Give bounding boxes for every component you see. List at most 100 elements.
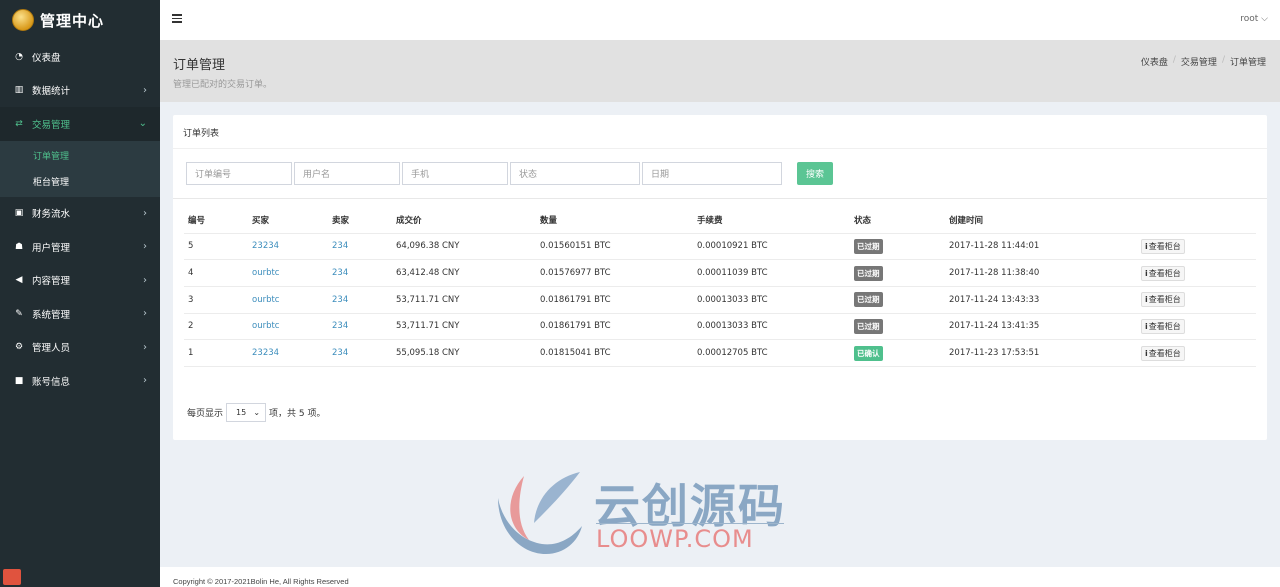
cell-price: 64,096.38 CNY (392, 233, 536, 261)
box-title: 订单列表 (183, 129, 220, 139)
users-icon: ☗ (14, 241, 24, 252)
cell-price: 63,412.48 CNY (392, 259, 536, 287)
cell-action: i 查看柜台 (1137, 339, 1256, 367)
view-counter-button[interactable]: i 查看柜台 (1141, 318, 1185, 334)
status-select[interactable]: 状态 (510, 162, 640, 185)
sidebar-item-0[interactable]: ◔ 仪表盘 (0, 40, 160, 74)
cell-amount: 0.01861791 BTC (536, 313, 693, 341)
col-price: 成交价 (392, 207, 536, 234)
view-counter-button[interactable]: i 查看柜台 (1141, 292, 1185, 308)
breadcrumb-item-trade[interactable]: 交易管理 (1181, 55, 1217, 68)
wrench-icon: ✎ (15, 308, 23, 319)
sidebar-item-8[interactable]: ■ 账号信息 › (0, 364, 160, 398)
sidebar-subitem-0[interactable]: 订单管理 (0, 143, 160, 169)
sidebar-item-label: 用户管理 (32, 242, 71, 254)
cell-status: 已确认 (850, 339, 945, 367)
cell-buyer-link[interactable]: 23234 (252, 348, 279, 358)
view-counter-label: 查看柜台 (1148, 241, 1181, 251)
cell-action: i 查看柜台 (1137, 259, 1256, 287)
info-icon: i (1145, 268, 1148, 278)
info-icon: i (1145, 321, 1148, 331)
cell-created: 2017-11-23 17:53:51 (945, 339, 1137, 367)
view-counter-button[interactable]: i 查看柜台 (1141, 238, 1185, 254)
view-counter-label: 查看柜台 (1148, 268, 1181, 278)
cell-buyer: ourbtc (248, 286, 328, 314)
cell-seller-link[interactable]: 234 (332, 321, 348, 331)
page-subtitle: 管理已配对的交易订单。 (173, 80, 273, 90)
content-header: 订单管理 管理已配对的交易订单。 仪表盘 / 交易管理 / 订单管理 (160, 40, 1280, 102)
cell-seller-link[interactable]: 234 (332, 348, 348, 358)
cell-buyer: 23234 (248, 233, 328, 261)
watermark-divider (596, 523, 784, 524)
cell-buyer-link[interactable]: ourbtc (252, 295, 279, 305)
phone-input[interactable]: 手机 (402, 162, 508, 185)
pagination: 每页显示 15 ⌄ 项，共 5 项。 (187, 403, 325, 422)
cell-id: 4 (184, 259, 248, 287)
view-counter-button[interactable]: i 查看柜台 (1141, 345, 1185, 361)
status-badge: 已过期 (854, 238, 883, 254)
exchange-icon: ⇄ (15, 118, 23, 129)
cell-buyer-link[interactable]: ourbtc (252, 321, 279, 331)
status-badge: 已确认 (854, 345, 883, 361)
bitcoin-logo-icon (12, 9, 34, 31)
breadcrumb-separator: / (1221, 55, 1225, 65)
brand[interactable]: 管理中心 (0, 0, 160, 40)
breadcrumb-item-dashboard[interactable]: 仪表盘 (1141, 55, 1168, 68)
sidebar-item-4[interactable]: ☗ 用户管理 › (0, 230, 160, 264)
order-list-box: 订单列表 订单编号 用户名 手机 状态 日期 搜索 编号 买家 卖家 成交价 数… (173, 115, 1267, 440)
sidebar-item-1[interactable]: ▥ 数据统计 › (0, 74, 160, 108)
chevron-right-icon: › (143, 308, 147, 320)
sidebar-item-label: 管理人员 (32, 343, 71, 355)
username-input[interactable]: 用户名 (294, 162, 400, 185)
sidebar-toggle-icon[interactable] (172, 14, 182, 24)
cell-id: 1 (184, 339, 248, 367)
sidebar-item-label: 财务流水 (32, 209, 71, 221)
user-menu[interactable]: root ⌵ (1240, 14, 1268, 24)
sidebar-subitem-1[interactable]: 柜台管理 (0, 169, 160, 195)
date-input[interactable]: 日期 (642, 162, 782, 185)
cell-created: 2017-11-24 13:41:35 (945, 313, 1137, 341)
sidebar-item-5[interactable]: ◀ 内容管理 › (0, 264, 160, 298)
cell-id: 5 (184, 233, 248, 261)
user-name: root (1240, 14, 1259, 24)
page-size-select[interactable]: 15 ⌄ (226, 403, 267, 422)
cell-status: 已过期 (850, 233, 945, 261)
sidebar-item-7[interactable]: ⚙ 管理人员 › (0, 331, 160, 365)
cell-seller: 234 (328, 313, 392, 341)
divider (173, 148, 1267, 149)
col-action (1137, 207, 1256, 234)
table-row: 3 ourbtc 234 53,711.71 CNY 0.01861791 BTC 0.0… (184, 286, 1256, 314)
cell-seller-link[interactable]: 234 (332, 295, 348, 305)
breadcrumb: 仪表盘 / 交易管理 / 订单管理 (1141, 55, 1266, 68)
cell-fee: 0.00011039 BTC (693, 259, 850, 287)
table-row: 4 ourbtc 234 63,412.48 CNY 0.01576977 BTC 0.0… (184, 259, 1256, 287)
cell-seller-link[interactable]: 234 (332, 268, 348, 278)
cell-buyer: 23234 (248, 339, 328, 367)
cell-buyer-link[interactable]: 23234 (252, 241, 279, 251)
cell-buyer-link[interactable]: ourbtc (252, 268, 279, 278)
sidebar-nav: ◔ 仪表盘 ▥ 数据统计 › ⇄ 交易管理 ⌄ 订单管理 柜台管理 ▣ 财务流水 › ☗ 用户管理 › ◀ 内容管… (0, 40, 160, 398)
cell-fee: 0.00013033 BTC (693, 313, 850, 341)
sidebar-item-3[interactable]: ▣ 财务流水 › (0, 197, 160, 231)
col-amount: 数量 (536, 207, 693, 234)
table-header-row: 编号 买家 卖家 成交价 数量 手续费 状态 创建时间 (184, 207, 1256, 234)
cell-seller: 234 (328, 339, 392, 367)
view-counter-button[interactable]: i 查看柜台 (1141, 265, 1185, 281)
cell-created: 2017-11-28 11:44:01 (945, 233, 1137, 261)
order-no-input[interactable]: 订单编号 (186, 162, 292, 185)
page-title: 订单管理 (173, 58, 226, 73)
chevron-right-icon: › (143, 341, 147, 353)
sidebar-item-2[interactable]: ⇄ 交易管理 ⌄ (0, 107, 160, 141)
cell-fee: 0.00012705 BTC (693, 339, 850, 367)
search-button[interactable]: 搜索 (797, 162, 833, 185)
chevron-right-icon: › (143, 274, 147, 286)
chevron-right-icon: › (143, 241, 147, 253)
sidebar-item-label: 仪表盘 (32, 52, 61, 64)
sidebar-item-6[interactable]: ✎ 系统管理 › (0, 297, 160, 331)
cell-seller-link[interactable]: 234 (332, 241, 348, 251)
watermark-en: LOOWP.COM (596, 525, 754, 553)
cell-seller: 234 (328, 259, 392, 287)
col-seller: 卖家 (328, 207, 392, 234)
view-counter-label: 查看柜台 (1148, 321, 1181, 331)
orders-table-body: 5 23234 234 64,096.38 CNY 0.01560151 BTC 0.00… (184, 233, 1256, 367)
